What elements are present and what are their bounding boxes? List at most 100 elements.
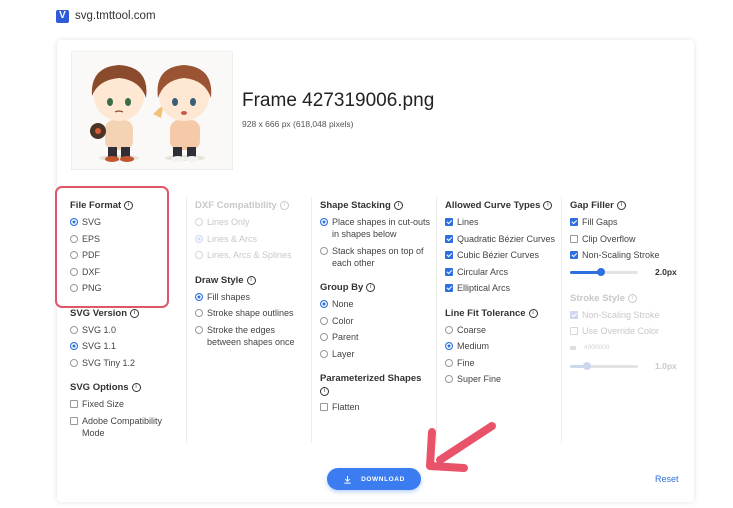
checkbox[interactable] [445, 267, 453, 276]
info-icon[interactable]: i [616, 201, 626, 210]
radio-button[interactable] [70, 358, 78, 367]
checkbox-option-elliptical-arcs[interactable]: Elliptical Arcs [445, 282, 557, 294]
column-divider [561, 197, 562, 443]
info-icon: i [279, 201, 289, 210]
radio-option-parent[interactable]: Parent [320, 331, 432, 343]
radio-option-fine[interactable]: Fine [445, 357, 557, 369]
radio-button[interactable] [320, 218, 328, 226]
checkbox-option-fixed-size[interactable]: Fixed Size [70, 398, 182, 410]
option-label: Lines & Arcs [207, 233, 258, 244]
radio-option-svg-tiny-1-2[interactable]: SVG Tiny 1.2 [70, 357, 182, 369]
checkbox[interactable] [445, 251, 453, 259]
radio-button[interactable] [320, 333, 328, 341]
radio-option-stroke-shape-outlines[interactable]: Stroke shape outlines [195, 307, 307, 319]
checkbox-option-use-override-color: Use Override Color [570, 325, 688, 337]
radio-option-medium[interactable]: Medium [445, 340, 557, 352]
radio-option-coarse[interactable]: Coarse [445, 324, 557, 336]
radio-option-stroke-the-edges-between-shapes-once[interactable]: Stroke the edges between shapes once [195, 324, 307, 348]
curve-types-title: Allowed Curve Types i [445, 200, 557, 211]
option-label: Fixed Size [82, 399, 125, 409]
option-label: Non-Scaling Stroke [582, 250, 660, 260]
checkbox-option-circular-arcs[interactable]: Circular Arcs [445, 266, 557, 278]
info-icon[interactable]: i [130, 308, 140, 318]
checkbox-option-non-scaling-stroke[interactable]: Non-Scaling Stroke [570, 249, 688, 261]
radio-option-place-shapes-in-cut-outs-in-shapes-below[interactable]: Place shapes in cut-outs in shapes below [320, 216, 432, 240]
checkbox-option-quadratic-b-zier-curves[interactable]: Quadratic Bézier Curves [445, 233, 557, 245]
radio-button[interactable] [195, 309, 203, 317]
reset-link[interactable]: Reset [655, 474, 679, 484]
option-label: Super Fine [457, 374, 502, 384]
stroke-style-slider: 1.0px [570, 360, 688, 372]
checkbox-option-clip-overflow[interactable]: Clip Overflow [570, 233, 688, 245]
radio-button[interactable] [70, 325, 78, 334]
radio-button[interactable] [445, 358, 453, 367]
checkbox[interactable] [70, 400, 78, 408]
checkbox[interactable] [445, 284, 453, 292]
radio-option-fill-shapes[interactable]: Fill shapes [195, 291, 307, 303]
info-icon[interactable]: i [366, 283, 376, 292]
checkbox[interactable] [445, 234, 453, 243]
radio-option-stack-shapes-on-top-of-each-other[interactable]: Stack shapes on top of each other [320, 245, 432, 269]
option-label: SVG 1.0 [82, 324, 117, 335]
info-icon[interactable]: i [246, 275, 256, 285]
option-label: Layer [332, 348, 355, 359]
checkbox-option-cubic-b-zier-curves[interactable]: Cubic Bézier Curves [445, 249, 557, 261]
radio-option-layer[interactable]: Layer [320, 348, 432, 360]
arrow-annotation-icon [426, 422, 496, 472]
option-label: Cubic Bézier Curves [457, 250, 540, 260]
info-icon[interactable]: i [543, 201, 553, 210]
checkbox[interactable] [445, 218, 453, 226]
radio-option-none[interactable]: None [320, 298, 432, 310]
column-divider [186, 197, 187, 443]
gap-filler-title: Gap Filler i [570, 200, 688, 211]
radio-button[interactable] [445, 375, 453, 383]
radio-option-super-fine[interactable]: Super Fine [445, 373, 557, 385]
download-icon [344, 475, 351, 484]
slider-handle[interactable] [596, 267, 605, 276]
dxf-compat-title: DXF Compatibility i [195, 200, 307, 211]
file-format-highlight [55, 186, 169, 308]
checkbox-option-flatten[interactable]: Flatten [320, 401, 432, 413]
checkbox-option-lines[interactable]: Lines [445, 216, 557, 228]
info-icon[interactable]: i [131, 383, 141, 392]
checkbox[interactable] [320, 403, 328, 411]
radio-button[interactable] [320, 349, 328, 358]
column-divider [311, 197, 312, 443]
checkbox[interactable] [570, 251, 578, 259]
download-label: DOWNLOAD [361, 475, 405, 483]
checkbox[interactable] [70, 416, 78, 425]
radio-button[interactable] [320, 300, 328, 308]
option-label: SVG 1.1 [82, 341, 117, 351]
info-icon[interactable]: i [528, 308, 538, 318]
checkbox-option-adobe-compatibility-mode[interactable]: Adobe Compatibility Mode [70, 415, 182, 439]
radio-option-color[interactable]: Color [320, 315, 432, 327]
option-label: Clip Overflow [582, 233, 636, 244]
radio-button[interactable] [320, 316, 328, 325]
radio-button[interactable] [195, 325, 203, 334]
column-dxf-draw: DXF Compatibility i Lines Only Lines & Arc… [195, 200, 307, 352]
radio-button[interactable] [445, 342, 453, 350]
radio-button[interactable] [445, 325, 453, 334]
checkbox-option-fill-gaps[interactable]: Fill Gaps [570, 216, 688, 228]
stroke-width-slider[interactable]: 2.0px [570, 266, 688, 278]
info-icon[interactable]: i [320, 387, 329, 396]
info-icon[interactable]: i [393, 201, 403, 210]
checkbox[interactable] [570, 218, 578, 226]
draw-style-title: Draw Style i [195, 275, 307, 286]
radio-option-svg-1-1[interactable]: SVG 1.1 [70, 340, 182, 352]
radio-button[interactable] [70, 342, 78, 350]
slider-handle [583, 361, 591, 370]
site-header: V svg.tmttool.com [56, 6, 156, 26]
radio-button [195, 218, 203, 226]
color-swatch [570, 345, 576, 350]
download-button[interactable]: DOWNLOAD [327, 468, 421, 490]
svg-options-title: SVG Options i [70, 382, 182, 393]
radio-button[interactable] [195, 292, 203, 301]
site-url[interactable]: svg.tmttool.com [75, 10, 156, 22]
shape-stacking-title: Shape Stacking i [320, 200, 432, 211]
checkbox[interactable] [570, 234, 578, 243]
radio-button[interactable] [320, 246, 328, 255]
radio-option-svg-1-0[interactable]: SVG 1.0 [70, 324, 182, 336]
option-label: Lines Only [207, 217, 250, 227]
option-label: Use Override Color [582, 326, 660, 336]
